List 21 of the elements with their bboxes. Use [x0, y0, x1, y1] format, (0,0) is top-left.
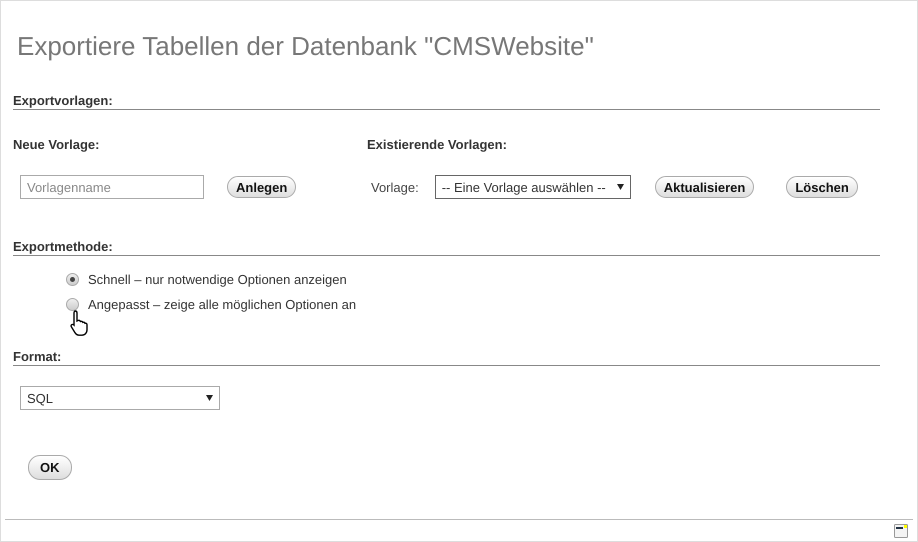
ok-button[interactable]: OK [28, 455, 72, 480]
caret-icon [206, 395, 213, 401]
subheading: Existierende Vorlagen: [367, 137, 508, 152]
subheading: Neue Vorlage: [13, 137, 100, 152]
template-action-button[interactable]: Löschen [786, 176, 858, 198]
window-icon [894, 524, 908, 538]
template-label: Vorlage: [371, 180, 419, 194]
template-name-field[interactable]: Vorlagenname [20, 175, 204, 199]
section-heading: Exportvorlagen: [13, 93, 880, 110]
section-heading: Exportmethode: [13, 239, 880, 256]
template-select[interactable]: -- Eine Vorlage auswählen -- [434, 175, 631, 199]
section-heading: Format: [13, 349, 880, 366]
caret-icon [616, 184, 624, 190]
create-button[interactable]: Anlegen [227, 176, 296, 198]
format-select[interactable]: SQL [20, 386, 220, 410]
radio-label[interactable]: Angepasst – zeige alle möglichen Optionen an [88, 297, 356, 312]
radio-button[interactable] [66, 273, 79, 286]
radio-label[interactable]: Schnell – nur notwendige Optionen anzeigen [88, 272, 347, 287]
template-action-button[interactable]: Aktualisieren [654, 176, 754, 198]
radio-button[interactable] [66, 298, 79, 311]
page-title: Exportiere Tabellen der Datenbank "CMSWebsite" [17, 31, 595, 61]
